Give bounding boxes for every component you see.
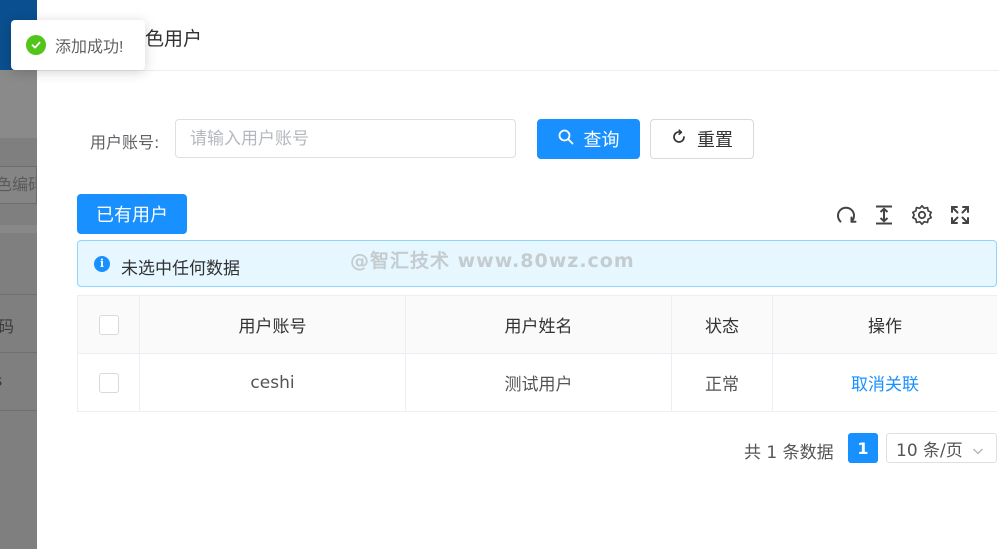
search-account-label: 用户账号: [90,133,160,152]
table-toolbar [834,203,972,227]
fullscreen-icon[interactable] [948,203,972,227]
column-header-status: 状态 [672,296,773,353]
background-divider [0,352,37,353]
watermark: @智汇技术 www.80wz.com [350,250,635,272]
cell-status: 正常 [672,354,773,411]
column-header-account: 用户账号 [140,296,406,353]
background-band [0,225,37,233]
cell-account: ceshi [140,354,406,411]
search-form: 用户账号: 查询 重置 [37,119,999,159]
assign-users-drawer: 色用户 用户账号: 查询 重置 已有用户 [37,0,999,549]
query-button[interactable]: 查询 [537,119,640,159]
user-table: 用户账号 用户姓名 状态 操作 ceshi 测试用户 正常 取消关联 [77,295,997,412]
selection-alert-text: 未选中任何数据 [121,259,240,279]
settings-icon[interactable] [910,203,934,227]
background-field-text: 色编码 [0,175,36,194]
info-icon: i [94,256,110,272]
table-row: ceshi 测试用户 正常 取消关联 [77,354,997,412]
unlink-user-link[interactable]: 取消关联 [851,370,919,395]
column-header-actions: 操作 [868,317,902,337]
select-all-checkbox[interactable] [98,314,119,335]
column-height-icon[interactable] [872,203,896,227]
background-role-code-field: 色编码 [0,166,37,204]
row-checkbox[interactable] [98,372,119,393]
reset-button-label: 重置 [697,130,733,150]
pagination-page-1[interactable]: 1 [848,433,878,463]
column-header-name: 用户姓名 [406,296,672,353]
page-size-value: 10 条/页 [896,440,963,461]
toast-message: 添加成功! [55,39,124,56]
search-account-input[interactable] [175,119,516,158]
drawer-header: 色用户 [37,0,999,71]
background-row-text: s [0,371,31,390]
background-divider [0,410,37,411]
pagination-total: 共 1 条数据 [744,443,834,463]
page-size-select[interactable]: 10 条/页 [886,433,997,463]
search-icon [558,129,574,150]
cell-name: 测试用户 [406,354,672,411]
check-circle-icon [26,35,46,55]
background-row-text: 码 [0,317,15,336]
background-page: 色编码 码 s [0,0,37,549]
select-all-cell [77,296,140,353]
row-select-cell [77,354,140,411]
drawer-title: 色用户 [145,28,203,50]
reset-icon [671,128,687,150]
chevron-down-icon [972,442,984,462]
background-divider [0,294,37,295]
refresh-icon[interactable] [834,203,858,227]
cell-actions: 取消关联 [773,354,997,411]
existing-users-button[interactable]: 已有用户 [77,194,187,234]
success-toast: 添加成功! [11,20,145,70]
background-band [0,70,37,138]
reset-button[interactable]: 重置 [650,119,754,159]
table-header-row: 用户账号 用户姓名 状态 操作 [77,296,997,354]
query-button-label: 查询 [583,130,620,150]
